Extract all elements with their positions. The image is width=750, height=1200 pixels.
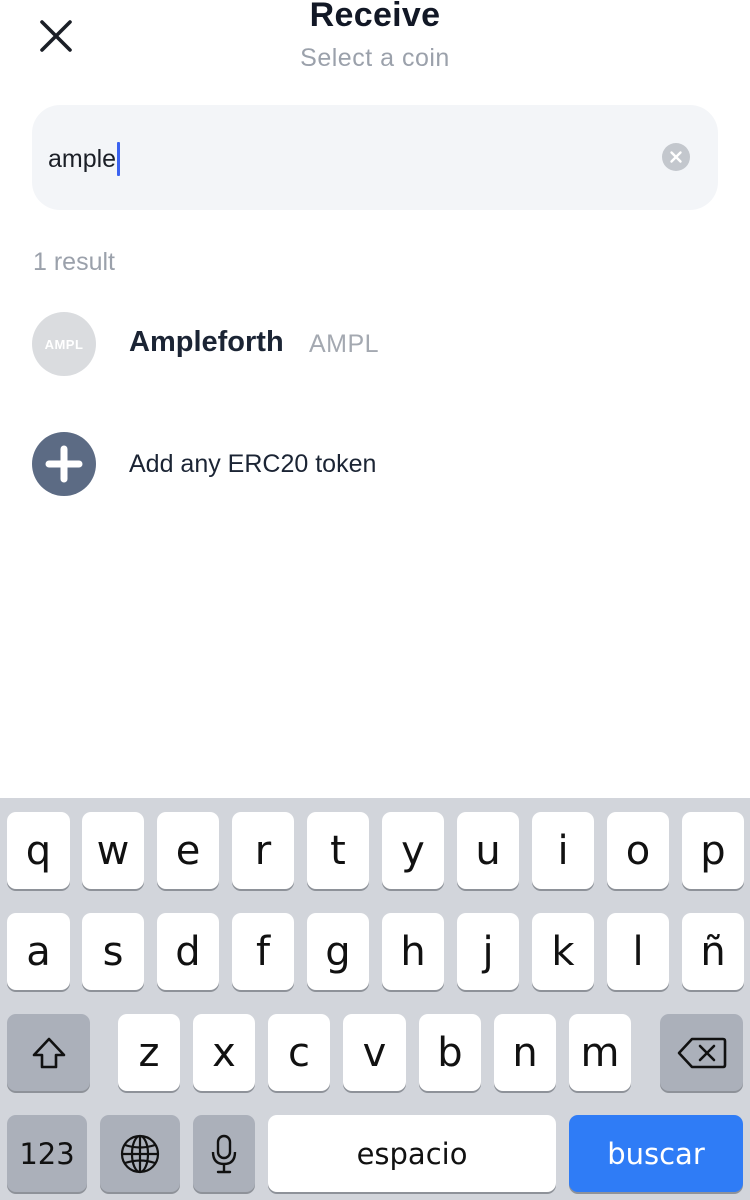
key-d[interactable]: d [157,913,219,990]
key-h[interactable]: h [382,913,444,990]
search-input-value: ample [48,144,117,173]
key-k[interactable]: k [532,913,594,990]
key-z[interactable]: z [118,1014,180,1091]
key-u[interactable]: u [457,812,519,889]
page-title: Receive [309,0,441,34]
delete-icon [677,1037,726,1068]
key-s[interactable]: s [82,913,144,990]
globe-icon [120,1134,160,1173]
add-erc20-token-button[interactable]: Add any ERC20 token [32,432,718,496]
list-item[interactable]: AMPL Ampleforth AMPL [32,312,718,376]
clear-search-icon [670,151,682,163]
key-c[interactable]: c [268,1014,330,1091]
page-subtitle: Select a coin [300,44,450,72]
key-t[interactable]: t [307,812,369,889]
key-y[interactable]: y [382,812,444,889]
key-e[interactable]: e [157,812,219,889]
key-l[interactable]: l [607,913,669,990]
microphone-icon [211,1134,237,1173]
key-j[interactable]: j [457,913,519,990]
search-submit-key[interactable]: buscar [569,1115,743,1192]
text-caret [117,142,121,176]
clear-search-button[interactable] [662,143,690,171]
delete-key[interactable] [660,1014,743,1091]
key-w[interactable]: w [82,812,144,889]
key-a[interactable]: a [7,913,70,990]
add-token-label: Add any ERC20 token [129,450,377,478]
key-q[interactable]: q [7,812,70,889]
coin-symbol: AMPL [309,330,380,358]
key-f[interactable]: f [232,913,294,990]
numbers-key[interactable]: 123 [7,1115,87,1192]
key-m[interactable]: m [569,1014,631,1091]
shift-icon [32,1037,65,1068]
key-o[interactable]: o [607,812,669,889]
result-count: 1 result [33,248,115,276]
shift-key[interactable] [7,1014,90,1091]
microphone-key[interactable] [193,1115,255,1192]
on-screen-keyboard: q w e r t y u i o p a s d f g h j k l ñ … [0,798,750,1200]
key-n-tilde[interactable]: ñ [682,913,744,990]
key-v[interactable]: v [343,1014,406,1091]
globe-key[interactable] [100,1115,180,1192]
key-i[interactable]: i [532,812,594,889]
plus-icon [45,445,83,483]
key-r[interactable]: r [232,812,294,889]
coin-name: Ampleforth [129,326,284,358]
key-g[interactable]: g [307,913,369,990]
key-x[interactable]: x [193,1014,255,1091]
space-key[interactable]: espacio [268,1115,556,1192]
key-b[interactable]: b [419,1014,481,1091]
search-input[interactable]: ample [32,105,718,210]
key-n[interactable]: n [494,1014,556,1091]
coin-logo: AMPL [32,312,96,376]
key-p[interactable]: p [682,812,744,889]
